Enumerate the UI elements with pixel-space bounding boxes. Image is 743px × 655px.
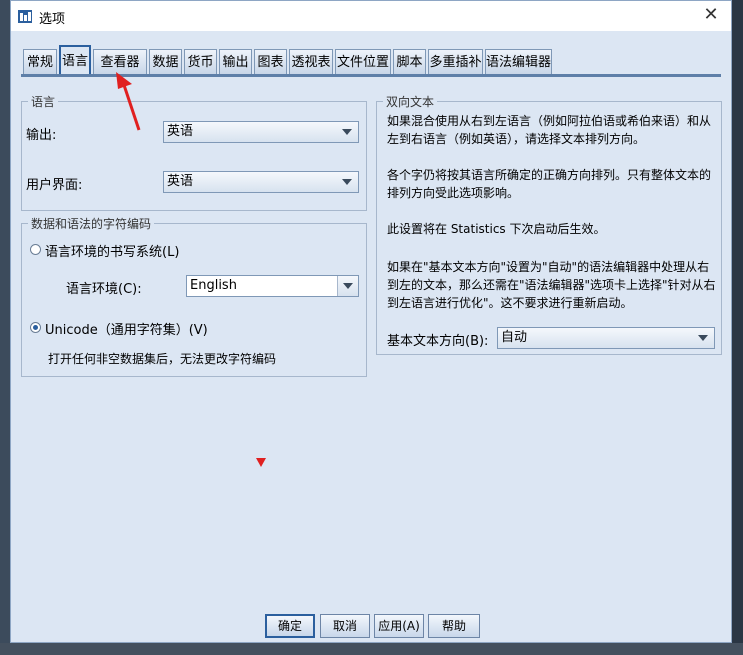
apply-button[interactable]: 应用(A) [374,614,424,638]
red-arrow-annotation [116,72,141,131]
tab-multiple-imputations[interactable]: 多重插补 [428,49,483,74]
chevron-down-icon [343,283,353,289]
spss-app-icon [18,10,32,23]
ui-language-value: 英语 [167,174,194,189]
text-direction-value: 自动 [501,330,528,345]
tab-data[interactable]: 数据 [149,49,182,74]
tab-scripts[interactable]: 脚本 [393,49,426,74]
encoding-note: 打开任何非空数据集后，无法更改字符编码 [48,352,277,366]
tab-general[interactable]: 常规 [23,49,57,74]
chevron-down-icon [698,335,708,341]
ok-button[interactable]: 确定 [265,614,315,638]
bidi-para-1: 如果混合使用从右到左语言（例如阿拉伯语或希伯来语）和从左到右语言（例如英语），请… [387,114,712,146]
locale-combo[interactable]: English [186,275,359,297]
tab-syntax-editor[interactable]: 语法编辑器 [485,49,552,74]
tab-output[interactable]: 输出 [219,49,252,74]
window-title: 选项 [39,12,66,27]
text-direction-dropdown[interactable]: 自动 [497,327,715,349]
locale-label: 语言环境(C): [66,282,142,297]
taskbar-strip [0,643,743,655]
desktop-background-right [732,0,743,655]
output-language-dropdown[interactable]: 英语 [163,121,359,143]
help-button[interactable]: 帮助 [428,614,480,638]
bidi-legend: 双向文本 [383,93,438,110]
tab-file-locations[interactable]: 文件位置 [335,49,391,74]
cancel-button[interactable]: 取消 [320,614,370,638]
language-group: 语言 输出: 英语 用户界面: 英语 [21,93,367,211]
locale-value: English [190,278,237,293]
tab-charts[interactable]: 图表 [254,49,287,74]
tab-language[interactable]: 语言 [59,45,91,75]
direction-label: 基本文本方向(B): [387,334,489,349]
ui-language-dropdown[interactable]: 英语 [163,171,359,193]
tab-pivot-tables[interactable]: 透视表 [289,49,333,74]
unicode-radio-label[interactable]: Unicode（通用字符集）(V) [45,319,208,338]
bidi-para-2: 各个字仍将按其语言所确定的正确方向排列。只有整体文本的排列方向受此选项影响。 [387,168,712,200]
bidi-para-4: 如果在"基本文本方向"设置为"自动"的语法编辑器中处理从右到左的文本，那么还需在… [387,260,716,310]
bidi-para-3: 此设置将在 Statistics 下次启动后生效。 [387,222,606,236]
bidi-group: 双向文本 如果混合使用从右到左语言（例如阿拉伯语或希伯来语）和从左到右语言（例如… [376,93,722,355]
locale-radio[interactable] [30,244,41,255]
locale-dropdown-button[interactable] [337,276,358,296]
close-button[interactable]: ✕ [697,3,725,27]
red-pointer-marker [256,458,266,467]
language-legend: 语言 [28,93,59,110]
title-bar: 选项 ✕ [11,1,731,31]
ui-label: 用户界面: [26,178,83,193]
unicode-radio[interactable] [30,322,41,333]
tab-currency[interactable]: 货币 [184,49,217,74]
output-language-value: 英语 [167,124,194,139]
chevron-down-icon [342,129,352,135]
encoding-legend: 数据和语法的字符编码 [28,215,155,232]
encoding-group: 数据和语法的字符编码 语言环境的书写系统(L) 语言环境(C): English… [21,215,367,377]
output-label: 输出: [26,128,57,143]
chevron-down-icon [342,179,352,185]
locale-radio-label[interactable]: 语言环境的书写系统(L) [45,241,179,260]
